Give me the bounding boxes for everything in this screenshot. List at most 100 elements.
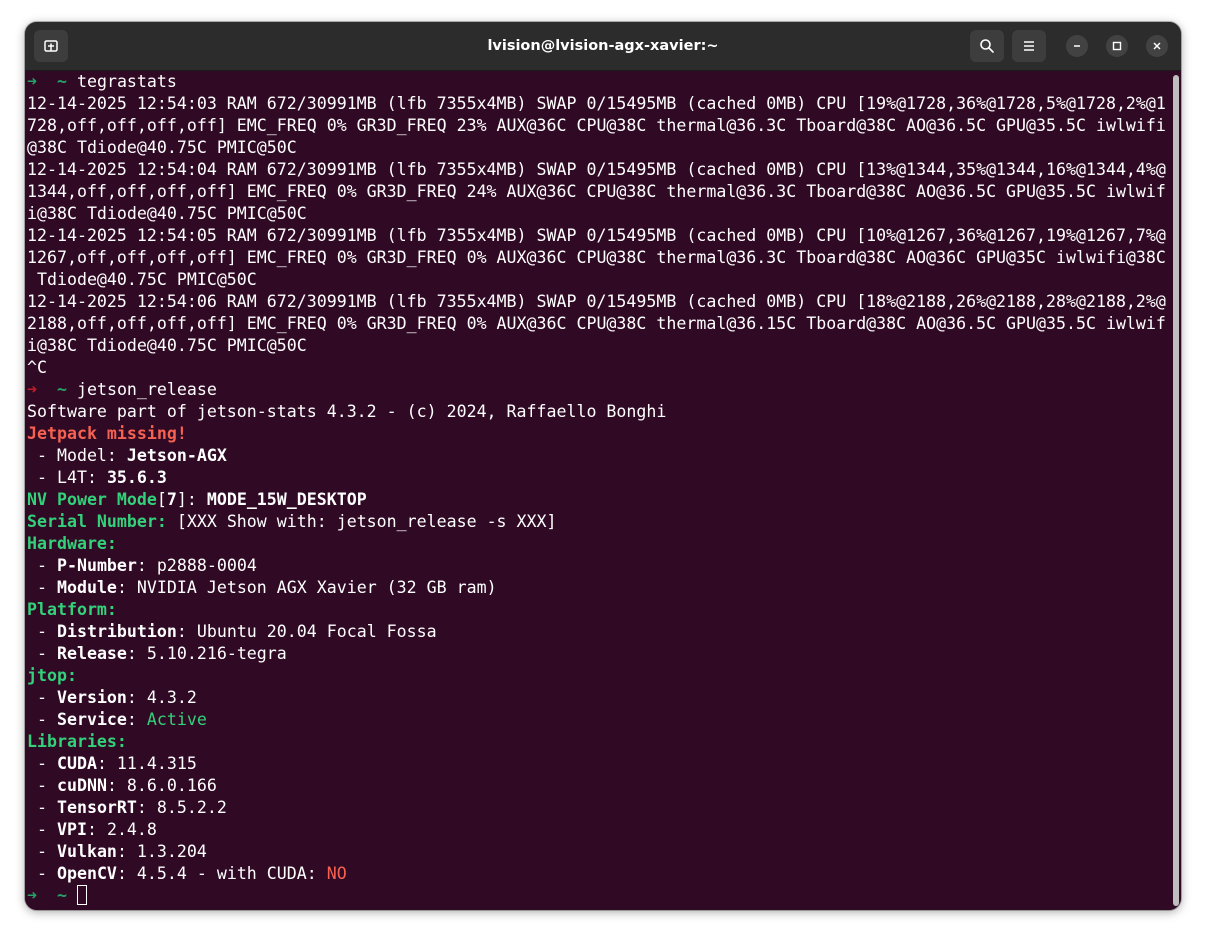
tegrastats-line: 1267,off,off,off,off] EMC_FREQ 0% GR3D_F… (27, 248, 1166, 267)
hardware-value: : NVIDIA Jetson AGX Xavier (32 GB ram) (116, 578, 497, 597)
tegrastats-line: 12-14-2025 12:54:03 RAM 672/30991MB (lfb… (27, 94, 1166, 113)
terminal-output[interactable]: ➜ ~ tegrastats 12-14-2025 12:54:03 RAM 6… (25, 71, 1170, 910)
interrupt-line: ^C (27, 358, 47, 377)
prompt-arrow-icon: ➜ (27, 72, 37, 91)
platform-value: : Ubuntu 20.04 Focal Fossa (176, 622, 437, 641)
platform-key: Release (56, 644, 127, 663)
library-value: : 2.4.8 (86, 820, 157, 839)
tegrastats-line: i@38C Tdiode@40.75C PMIC@50C (27, 204, 307, 223)
library-key: OpenCV (56, 864, 117, 883)
scrollbar[interactable] (1170, 71, 1181, 910)
library-item: - Vulkan: 1.3.204 (27, 842, 207, 861)
power-mode-label: NV Power Mode (27, 490, 157, 509)
library-value: : 11.4.315 (96, 754, 197, 773)
new-tab-icon (44, 40, 58, 52)
text-cursor (76, 885, 87, 905)
libraries-heading-text: Libraries: (27, 732, 127, 751)
library-key: CUDA (56, 754, 97, 773)
l4t-label: - L4T: (27, 468, 107, 487)
model-value: Jetson-AGX (126, 446, 227, 465)
platform-value: : 5.10.216-tegra (126, 644, 287, 663)
library-key: Vulkan (56, 842, 117, 861)
prompt-line: ➜ ~ jetson_release (27, 379, 1170, 401)
new-tab-button[interactable] (34, 30, 68, 62)
library-value: : 8.6.0.166 (106, 776, 217, 795)
l4t-value: 35.6.3 (106, 468, 167, 487)
maximize-button[interactable] (1106, 35, 1128, 57)
opencv-cuda-status: NO (326, 864, 347, 883)
hardware-heading-text: Hardware: (27, 534, 117, 553)
software-line: Software part of jetson-stats 4.3.2 - (c… (27, 402, 667, 421)
jtop-heading-text: jtop: (27, 666, 77, 685)
power-mode-value: MODE_15W_DESKTOP (206, 490, 367, 509)
library-key: VPI (56, 820, 87, 839)
power-mode-line: NV Power Mode[7]: MODE_15W_DESKTOP (27, 489, 1170, 511)
libraries-heading: Libraries: (27, 731, 1170, 753)
window-title: lvision@lvision-agx-xavier:~ (487, 38, 719, 54)
jtop-item: - Version: 4.3.2 (27, 688, 197, 707)
prompt-arrow-icon: ➜ (27, 380, 37, 399)
jtop-heading: jtop: (27, 665, 1170, 687)
hardware-key: P-Number (56, 556, 137, 575)
tegrastats-line: @38C Tdiode@40.75C PMIC@50C (27, 138, 297, 157)
model-label: - Model: (27, 446, 127, 465)
minimize-button[interactable] (1066, 35, 1088, 57)
hardware-item: - P-Number: p2888-0004 (27, 556, 257, 575)
close-button[interactable] (1146, 35, 1168, 57)
prompt-directory: ~ (56, 886, 67, 905)
tegrastats-line: 12-14-2025 12:54:05 RAM 672/30991MB (lfb… (27, 226, 1166, 245)
library-value: : 8.5.2.2 (136, 798, 227, 817)
library-value: : 1.3.204 (116, 842, 207, 861)
library-item: - CUDA: 11.4.315 (27, 754, 197, 773)
power-mode-index: 7 (166, 490, 177, 509)
tegrastats-line: 2188,off,off,off,off] EMC_FREQ 0% GR3D_F… (27, 314, 1166, 333)
library-key: cuDNN (56, 776, 107, 795)
hardware-heading: Hardware: (27, 533, 1170, 555)
tegrastats-line: Tdiode@40.75C PMIC@50C (27, 270, 257, 289)
tegrastats-line: 12-14-2025 12:54:04 RAM 672/30991MB (lfb… (27, 160, 1166, 179)
title-bar[interactable]: lvision@lvision-agx-xavier:~ (25, 22, 1181, 71)
tegrastats-line: 1344,off,off,off,off] EMC_FREQ 0% GR3D_F… (27, 182, 1166, 201)
tegrastats-line: 12-14-2025 12:54:06 RAM 672/30991MB (lfb… (27, 292, 1166, 311)
service-status: Active (146, 710, 207, 729)
hardware-key: Module (56, 578, 117, 597)
serial-line: Serial Number: [XXX Show with: jetson_re… (27, 511, 1170, 533)
platform-key: Distribution (56, 622, 177, 641)
terminal-window: lvision@lvision-agx-xavier:~ ➜ ~ tegrast… (25, 22, 1181, 910)
tegrastats-line: i@38C Tdiode@40.75C PMIC@50C (27, 336, 307, 355)
serial-label: Serial Number: (27, 512, 167, 531)
jtop-key: Version (56, 688, 127, 707)
l4t-line: - L4T: 35.6.3 (27, 467, 1170, 489)
platform-item: - Release: 5.10.216-tegra (27, 644, 287, 663)
maximize-icon (1112, 41, 1122, 51)
jetpack-missing-text: Jetpack missing! (27, 424, 187, 443)
power-mode-separator: : (186, 490, 207, 509)
tegrastats-line: 728,off,off,off,off] EMC_FREQ 0% GR3D_FR… (27, 116, 1166, 135)
prompt-line: ➜ ~ tegrastats (27, 71, 1170, 93)
library-key: TensorRT (56, 798, 137, 817)
jtop-value: : 4.3.2 (126, 688, 197, 707)
platform-heading: Platform: (27, 599, 1170, 621)
power-mode-bracket: ] (176, 490, 187, 509)
platform-heading-text: Platform: (27, 600, 117, 619)
model-line: - Model: Jetson-AGX (27, 445, 1170, 467)
search-button[interactable] (970, 30, 1004, 62)
power-mode-bracket: [ (156, 490, 167, 509)
library-item: - TensorRT: 8.5.2.2 (27, 798, 227, 817)
prompt-directory: ~ (56, 72, 67, 91)
hamburger-menu-icon (1024, 41, 1034, 51)
scrollbar-thumb[interactable] (1173, 75, 1179, 906)
menu-button[interactable] (1012, 30, 1046, 62)
library-item: - OpenCV: 4.5.4 - with CUDA: NO (27, 864, 347, 883)
prompt-line[interactable]: ➜ ~ (27, 885, 1170, 907)
serial-value: [XXX Show with: jetson_release -s XXX] (166, 512, 557, 531)
jtop-separator: : (126, 710, 147, 729)
platform-item: - Distribution: Ubuntu 20.04 Focal Fossa (27, 622, 437, 641)
search-icon (980, 39, 994, 53)
prompt-arrow-icon: ➜ (27, 886, 37, 905)
command-text: tegrastats (76, 72, 177, 91)
jetpack-missing-warning: Jetpack missing! (27, 423, 1170, 445)
minimize-icon (1074, 45, 1080, 47)
hardware-value: : p2888-0004 (136, 556, 257, 575)
library-value: : 4.5.4 - with CUDA: (116, 864, 327, 883)
